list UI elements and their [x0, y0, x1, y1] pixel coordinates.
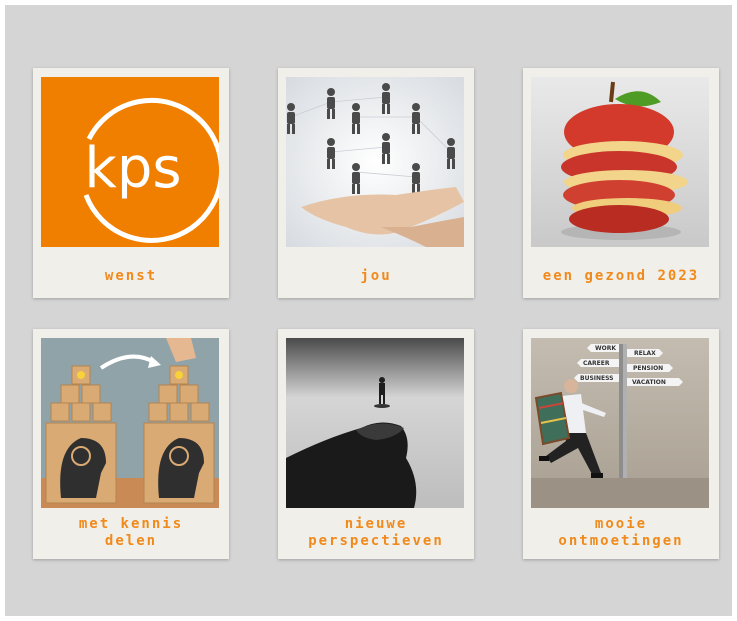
logo-text: kps: [84, 136, 181, 201]
card-met-kennis-delen: met kennis delen: [33, 329, 229, 559]
card-caption: nieuwe perspectieven: [308, 516, 444, 549]
sign-business: BUSINESS: [580, 375, 614, 382]
card-nieuwe-perspectieven: nieuwe perspectieven: [278, 329, 474, 559]
card-jou: jou: [278, 68, 474, 298]
card-caption: mooie ontmoetingen: [558, 516, 684, 549]
sign-work: WORK: [595, 345, 616, 352]
kps-logo-image: kps: [41, 77, 219, 247]
wooden-blocks-image: [41, 338, 219, 508]
photo-board: kps wenst jou een gezond 2023 met kennis…: [5, 5, 732, 616]
sliced-apple-image: [531, 77, 709, 247]
card-caption: een gezond 2023: [542, 267, 700, 284]
sign-vacation: VACATION: [632, 379, 666, 386]
people-network-image: [286, 77, 464, 247]
card-caption: met kennis delen: [78, 516, 184, 549]
card-caption: wenst: [104, 267, 158, 284]
card-mooie-ontmoetingen: WORK CAREER BUSINESS RELAX PENSION VACAT…: [523, 329, 719, 559]
card-een-gezond-2023: een gezond 2023: [523, 68, 719, 298]
card-wenst: kps wenst: [33, 68, 229, 298]
businessman-signpost-image: WORK CAREER BUSINESS RELAX PENSION VACAT…: [531, 338, 709, 508]
sign-career: CAREER: [583, 360, 610, 367]
sign-pension: PENSION: [633, 365, 663, 372]
tiny-person-on-hand-image: [286, 338, 464, 508]
sign-relax: RELAX: [634, 350, 656, 357]
card-caption: jou: [360, 267, 392, 284]
